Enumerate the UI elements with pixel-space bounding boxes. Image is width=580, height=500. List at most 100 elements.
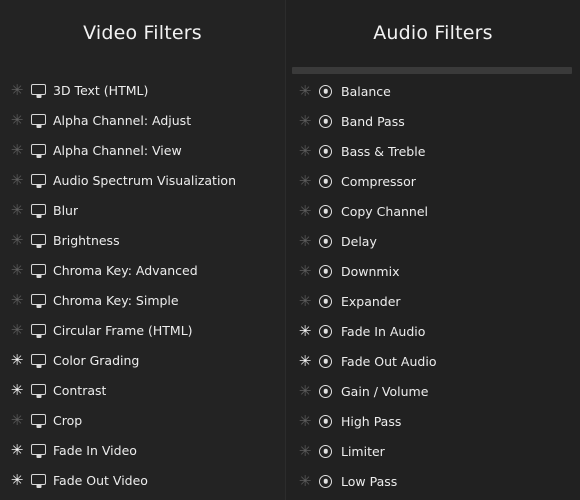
filter-row[interactable]: ✳ Blur xyxy=(0,196,285,226)
monitor-icon xyxy=(30,113,50,129)
filter-row[interactable]: ✳ Fade In Audio xyxy=(286,317,580,347)
audio-circle-icon-glyph xyxy=(319,174,332,188)
favorite-star-icon[interactable]: ✳ xyxy=(294,324,316,339)
filter-row[interactable]: ✳ Chroma Key: Simple xyxy=(0,286,285,316)
filter-label: Expander xyxy=(341,294,401,310)
filter-row[interactable]: ✳ Low Pass xyxy=(286,467,580,497)
audio-scrollbar-thumb[interactable] xyxy=(292,66,572,74)
filter-row[interactable]: ✳ Fade Out Audio xyxy=(286,347,580,377)
audio-circle-icon xyxy=(318,84,338,100)
filter-label: Compressor xyxy=(341,174,416,190)
filter-label: Band Pass xyxy=(341,114,405,130)
favorite-star-icon[interactable]: ✳ xyxy=(294,354,316,369)
monitor-icon-glyph xyxy=(31,323,46,335)
favorite-star-icon[interactable]: ✳ xyxy=(6,443,28,458)
audio-circle-icon-glyph xyxy=(319,414,332,428)
filter-label: Audio Spectrum Visualization xyxy=(53,173,237,189)
filter-row[interactable]: ✳ Delay xyxy=(286,227,580,257)
favorite-star-icon[interactable]: ✳ xyxy=(6,473,28,488)
filter-row[interactable]: ✳ High Pass xyxy=(286,407,580,437)
filter-label: Blur xyxy=(53,203,79,219)
filter-row[interactable]: ✳ Alpha Channel: View xyxy=(0,136,285,166)
monitor-icon xyxy=(30,173,50,189)
favorite-star-icon[interactable]: ✳ xyxy=(6,353,28,368)
filter-row[interactable]: ✳ Balance xyxy=(286,77,580,107)
audio-circle-icon-glyph xyxy=(319,474,332,488)
filter-row[interactable]: ✳ Circular Frame (HTML) xyxy=(0,316,285,346)
audio-circle-icon xyxy=(318,234,338,250)
filter-row[interactable]: ✳ Brightness xyxy=(0,226,285,256)
favorite-star-icon[interactable]: ✳ xyxy=(6,383,28,398)
filter-row[interactable]: ✳ Color Grading xyxy=(0,346,285,376)
filter-row[interactable]: ✳ Alpha Channel: Adjust xyxy=(0,106,285,136)
video-filters-title: Video Filters xyxy=(83,21,202,44)
filter-label: Alpha Channel: View xyxy=(53,143,182,159)
monitor-icon xyxy=(30,233,50,249)
filter-label: High Pass xyxy=(341,414,402,430)
filter-row[interactable]: ✳ Crop xyxy=(0,406,285,436)
favorite-star-icon[interactable]: ✳ xyxy=(294,474,316,489)
favorite-star-icon[interactable]: ✳ xyxy=(294,264,316,279)
filter-label: Copy Channel xyxy=(341,204,428,220)
favorite-star-icon[interactable]: ✳ xyxy=(6,323,28,338)
favorite-star-icon[interactable]: ✳ xyxy=(294,384,316,399)
filter-row[interactable]: ✳Glow xyxy=(0,496,285,500)
monitor-icon xyxy=(30,263,50,279)
favorite-star-icon[interactable]: ✳ xyxy=(6,203,28,218)
favorite-star-icon[interactable]: ✳ xyxy=(294,204,316,219)
audio-circle-icon xyxy=(318,354,338,370)
monitor-icon xyxy=(30,473,50,489)
filter-label: Brightness xyxy=(53,233,120,249)
audio-filters-panel: Audio Filters ✳ Balance ✳ Band Pass ✳ Bass & … xyxy=(286,0,580,500)
filter-row[interactable]: ✳ Limiter xyxy=(286,437,580,467)
filter-label: Chroma Key: Simple xyxy=(53,293,179,309)
audio-filters-list[interactable]: ✳ Balance ✳ Band Pass ✳ Bass & Treble ✳ Compres… xyxy=(286,77,580,500)
video-scroll-rail xyxy=(0,62,285,76)
favorite-star-icon[interactable]: ✳ xyxy=(6,83,28,98)
filter-row[interactable]: ✳ Bass & Treble xyxy=(286,137,580,167)
favorite-star-icon[interactable]: ✳ xyxy=(6,263,28,278)
filter-row[interactable]: ✳ Copy Channel xyxy=(286,197,580,227)
filter-row[interactable]: ✳ Contrast xyxy=(0,376,285,406)
filter-label: Fade Out Audio xyxy=(341,354,437,370)
favorite-star-icon[interactable]: ✳ xyxy=(294,414,316,429)
audio-circle-icon xyxy=(318,324,338,340)
monitor-icon-glyph xyxy=(31,83,46,95)
favorite-star-icon[interactable]: ✳ xyxy=(6,173,28,188)
filter-row[interactable]: ✳ Fade In Video xyxy=(0,436,285,466)
favorite-star-icon[interactable]: ✳ xyxy=(294,444,316,459)
favorite-star-icon[interactable]: ✳ xyxy=(6,233,28,248)
favorite-star-icon[interactable]: ✳ xyxy=(294,294,316,309)
filter-row[interactable]: ✳ Audio Spectrum Visualization xyxy=(0,166,285,196)
favorite-star-icon[interactable]: ✳ xyxy=(294,114,316,129)
filter-label: Fade In Video xyxy=(53,443,137,459)
favorite-star-icon[interactable]: ✳ xyxy=(294,174,316,189)
monitor-icon xyxy=(30,443,50,459)
monitor-icon-glyph xyxy=(31,203,46,215)
filter-row[interactable]: ✳ Fade Out Video xyxy=(0,466,285,496)
audio-circle-icon xyxy=(318,114,338,130)
favorite-star-icon[interactable]: ✳ xyxy=(294,144,316,159)
filter-row[interactable]: ✳ 3D Text (HTML) xyxy=(0,76,285,106)
filter-row[interactable]: ✳ Downmix xyxy=(286,257,580,287)
filter-row[interactable]: ✳ Gain / Volume xyxy=(286,377,580,407)
favorite-star-icon[interactable]: ✳ xyxy=(6,113,28,128)
filter-row[interactable]: ✳ Band Pass xyxy=(286,107,580,137)
video-filters-list[interactable]: ✳ 3D Text (HTML) ✳ Alpha Channel: Adjust ✳ Al… xyxy=(0,76,285,500)
favorite-star-icon[interactable]: ✳ xyxy=(6,143,28,158)
audio-circle-icon-glyph xyxy=(319,264,332,278)
monitor-icon xyxy=(30,383,50,399)
filter-label: Balance xyxy=(341,84,391,100)
monitor-icon-glyph xyxy=(31,353,46,365)
favorite-star-icon[interactable]: ✳ xyxy=(6,293,28,308)
audio-horizontal-scrollbar[interactable] xyxy=(286,63,580,77)
filter-row[interactable]: ✳ Expander xyxy=(286,287,580,317)
audio-circle-icon xyxy=(318,174,338,190)
filter-row[interactable]: ✳ Compressor xyxy=(286,167,580,197)
favorite-star-icon[interactable]: ✳ xyxy=(294,234,316,249)
filter-label: Delay xyxy=(341,234,377,250)
favorite-star-icon[interactable]: ✳ xyxy=(6,413,28,428)
monitor-icon-glyph xyxy=(31,413,46,425)
filter-row[interactable]: ✳ Chroma Key: Advanced xyxy=(0,256,285,286)
favorite-star-icon[interactable]: ✳ xyxy=(294,84,316,99)
